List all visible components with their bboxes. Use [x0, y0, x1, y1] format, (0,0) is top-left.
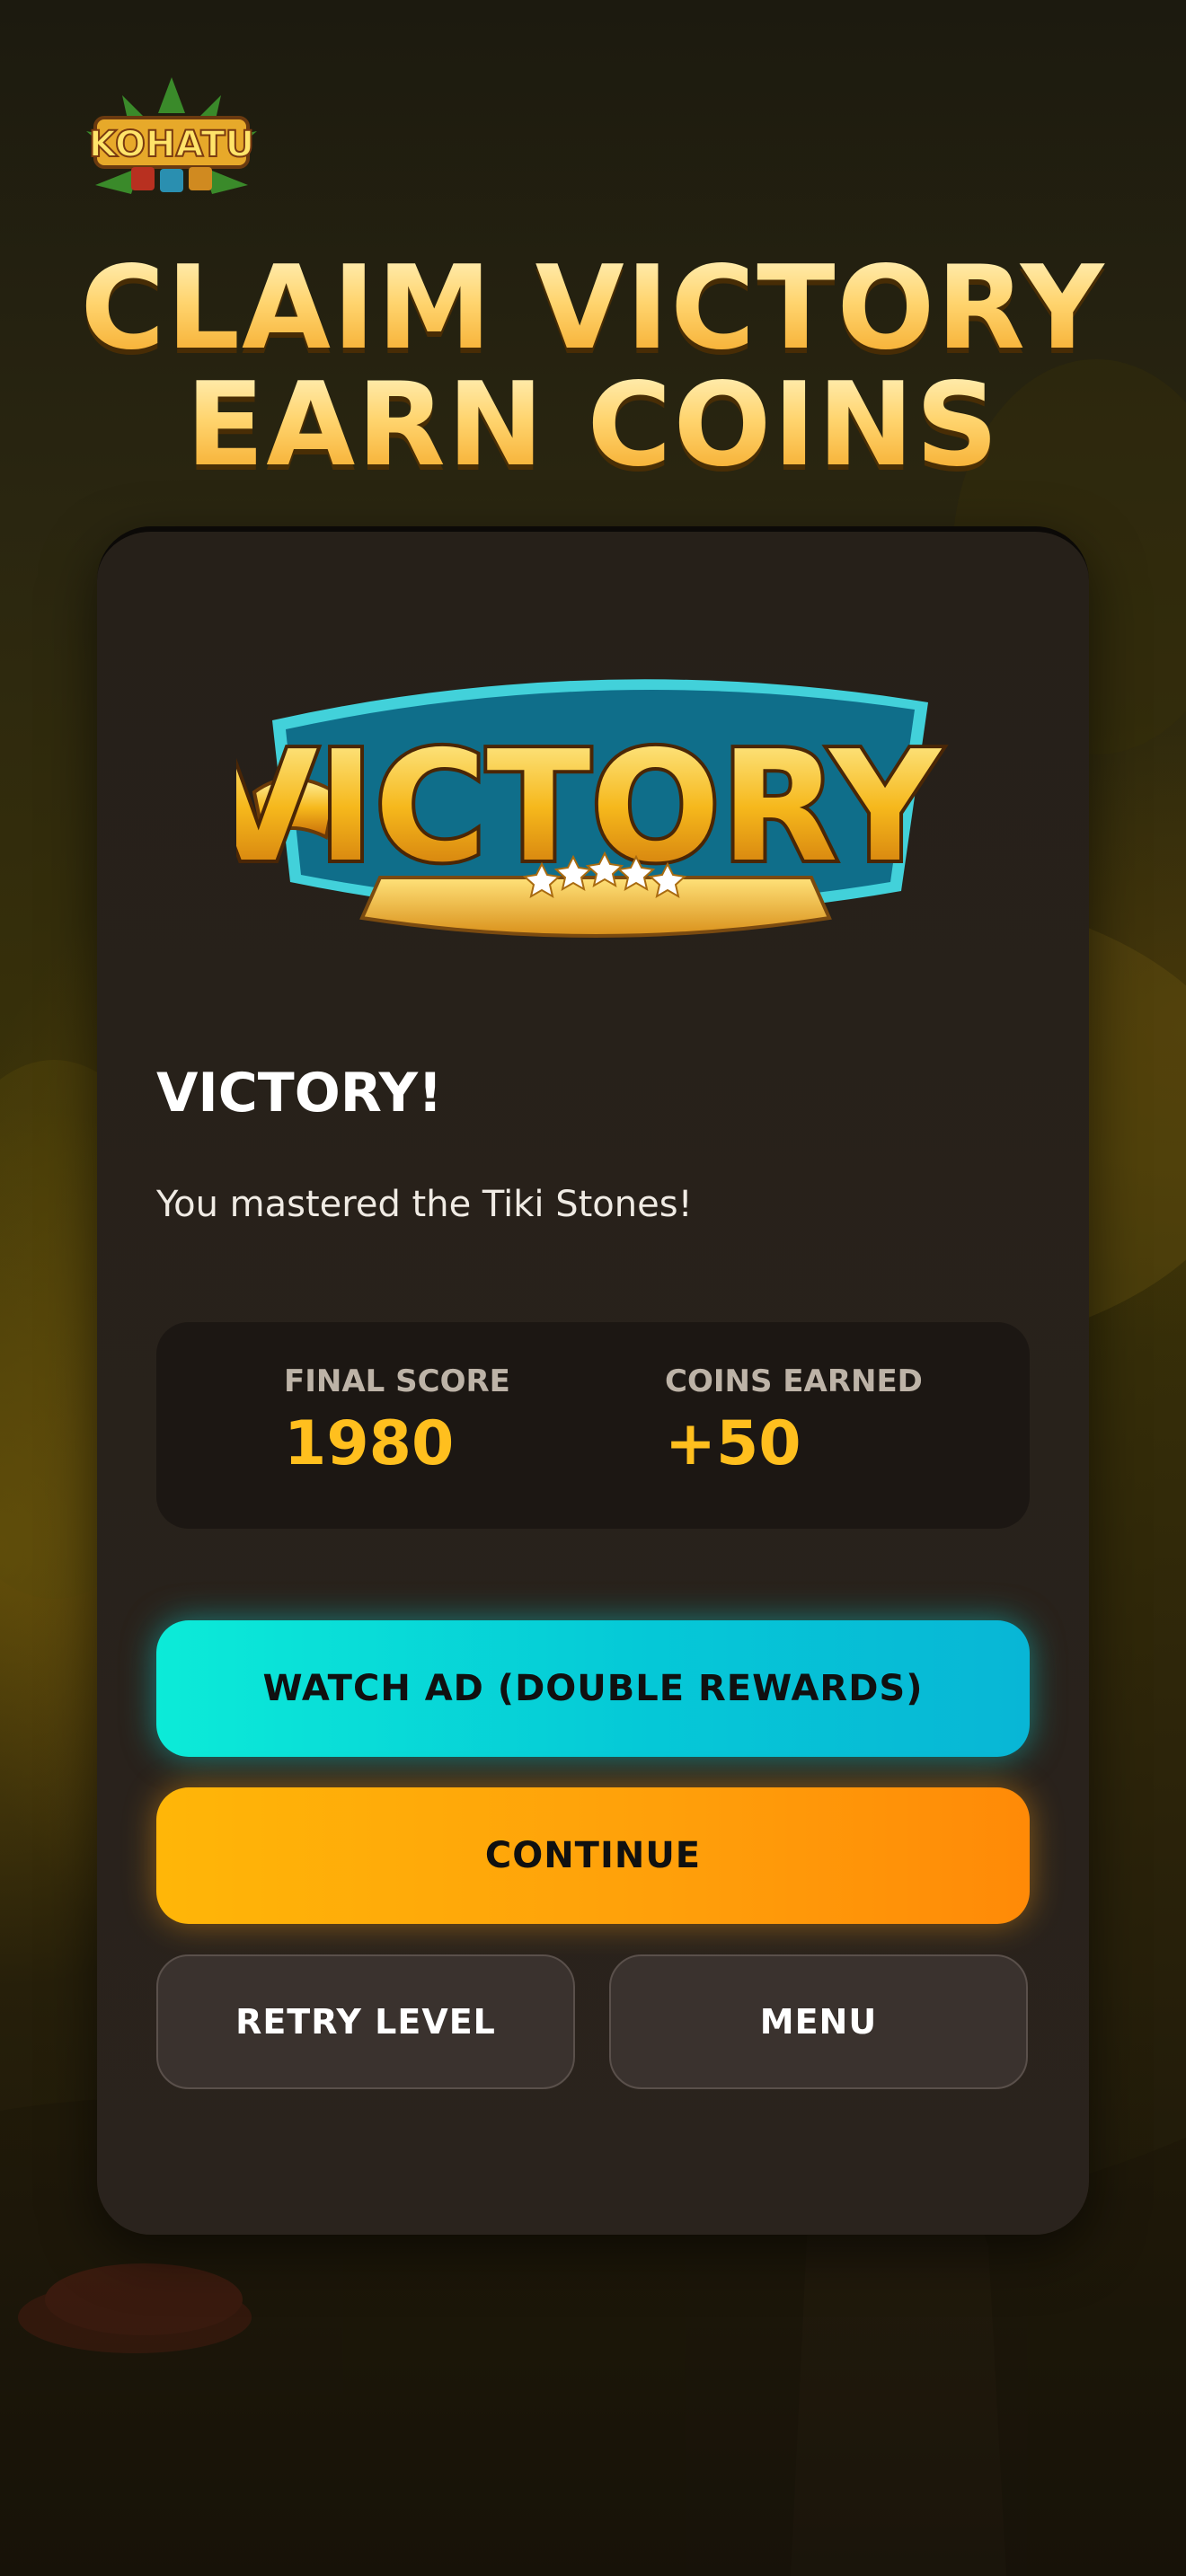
logo-text: KOHATU [89, 124, 254, 165]
coins-earned-value: +50 [665, 1408, 801, 1479]
coins-earned-stat: COINS EARNED +50 [665, 1363, 923, 1479]
retry-level-button[interactable]: RETRY LEVEL [156, 1954, 575, 2089]
victory-banner-art: VICTORY! [236, 679, 955, 938]
continue-button[interactable]: CONTINUE [156, 1787, 1030, 1924]
menu-button[interactable]: MENU [609, 1954, 1028, 2089]
result-title: VICTORY! [156, 1062, 443, 1125]
watch-ad-button[interactable]: WATCH AD (DOUBLE REWARDS) [156, 1620, 1030, 1757]
final-score-value: 1980 [284, 1408, 455, 1479]
victory-card: VICTORY! VICTORY! You mastered the Tiki … [97, 526, 1089, 2235]
kohatu-logo: KOHATU [68, 68, 275, 203]
stats-panel: FINAL SCORE 1980 COINS EARNED +50 [156, 1322, 1030, 1529]
coins-earned-label: COINS EARNED [665, 1363, 923, 1399]
headline-line1: CLAIM VICTORY [0, 251, 1186, 366]
result-subtitle: You mastered the Tiki Stones! [156, 1184, 693, 1225]
headline-line2: EARN COINS [0, 368, 1186, 483]
final-score-label: FINAL SCORE [284, 1363, 510, 1399]
final-score-stat: FINAL SCORE 1980 [284, 1363, 510, 1479]
